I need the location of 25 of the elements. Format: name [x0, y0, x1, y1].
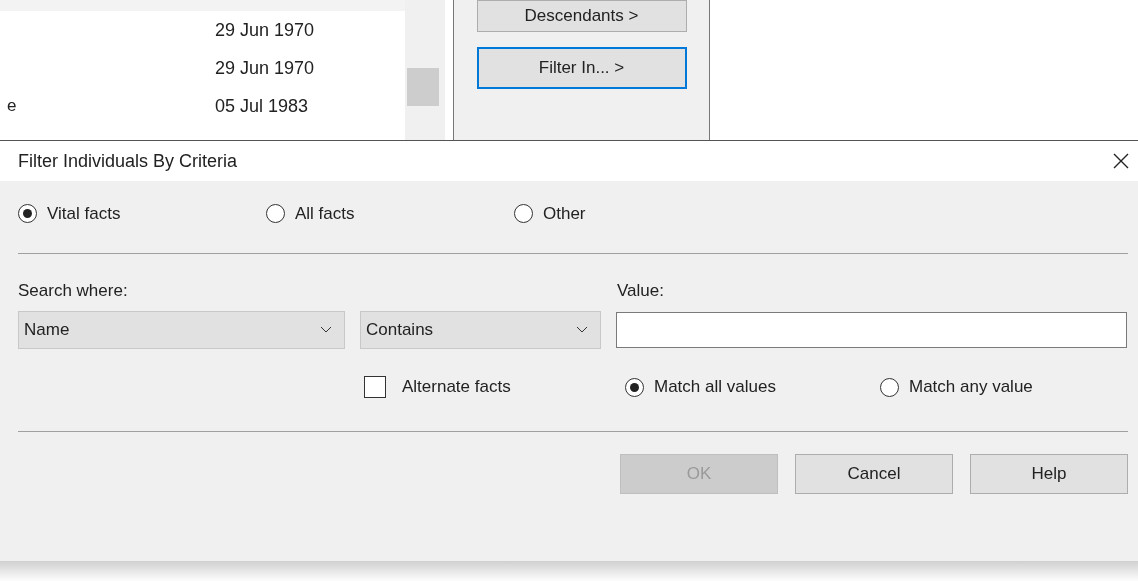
- field-label: Value:: [617, 281, 664, 302]
- date-cell: 05 Jul 1983: [215, 95, 309, 117]
- panel-button[interactable]: Filter In... >: [476, 47, 687, 89]
- radio-option[interactable]: Vital facts: [18, 203, 266, 224]
- search-where-dropdown[interactable]: Name: [18, 311, 345, 349]
- radio-option[interactable]: Match any value: [880, 377, 1033, 397]
- close-icon[interactable]: [1112, 152, 1130, 170]
- field-label: Search where:: [18, 281, 129, 302]
- list-cell: e: [7, 96, 17, 116]
- radio-option[interactable]: Other: [514, 203, 762, 224]
- scrollbar[interactable]: [405, 0, 445, 140]
- radio-option[interactable]: Match all values: [625, 377, 880, 397]
- chevron-down-icon: [576, 326, 588, 334]
- value-input-field[interactable]: [616, 312, 1127, 348]
- scrollbar-thumb[interactable]: [407, 68, 439, 106]
- dialog-title: Filter Individuals By Criteria: [18, 150, 238, 172]
- chevron-down-icon: [320, 326, 332, 334]
- operator-dropdown[interactable]: Contains: [360, 311, 601, 349]
- date-cell: 29 Jun 1970: [215, 19, 315, 41]
- date-cell: 29 Jun 1970: [215, 57, 315, 79]
- radio-option[interactable]: All facts: [266, 203, 514, 224]
- dialog-button[interactable]: Help: [970, 454, 1128, 494]
- alternate-facts-checkbox[interactable]: Alternate facts: [364, 376, 625, 398]
- dialog-button[interactable]: Cancel: [795, 454, 953, 494]
- panel-button[interactable]: Descendants >: [476, 0, 687, 32]
